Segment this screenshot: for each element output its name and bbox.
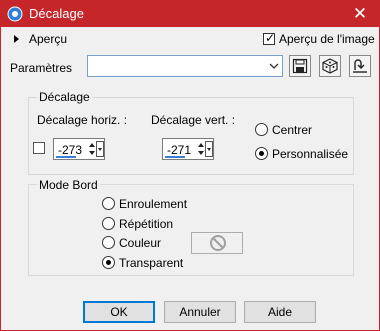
edge-mode-group [28, 184, 354, 276]
image-preview-checkbox[interactable]: ✓ [263, 31, 276, 45]
save-icon [292, 58, 308, 74]
radio-centrer[interactable] [255, 123, 268, 136]
chevron-down-icon[interactable] [266, 56, 282, 76]
close-button[interactable]: ✕ [341, 1, 379, 27]
edge-mode-label: Mode Bord [37, 178, 100, 192]
radio-transparent[interactable] [102, 256, 115, 269]
couleur-label[interactable]: Couleur [119, 236, 161, 250]
horiz-offset-label: Décalage horiz. : [37, 113, 128, 127]
radio-repetition[interactable] [102, 217, 115, 230]
radio-selected-dot [259, 151, 264, 156]
title-bar[interactable]: Décalage ✕ [1, 1, 379, 27]
horiz-offset-value[interactable]: -273 [58, 143, 82, 157]
offset-group-label: Décalage [37, 90, 92, 104]
preview-toggle[interactable]: Aperçu [29, 32, 67, 46]
centrer-label[interactable]: Centrer [272, 123, 312, 137]
offset-dialog: Décalage ✕ Aperçu ✓ Aperçu de l'image Pa… [0, 0, 380, 331]
personnalisee-label[interactable]: Personnalisée [272, 147, 348, 161]
horiz-offset-spinner[interactable]: -273 [53, 138, 105, 160]
spin-arrows-icon[interactable] [197, 140, 205, 158]
horiz-range-dropdown[interactable] [96, 141, 104, 157]
radio-enroulement[interactable] [102, 197, 115, 210]
edit-underline [165, 156, 185, 158]
disabled-icon [210, 235, 226, 251]
vert-offset-value[interactable]: -271 [167, 143, 191, 157]
enroulement-label[interactable]: Enroulement [119, 197, 187, 211]
radio-selected-dot [106, 260, 111, 265]
expand-arrow-icon[interactable] [14, 35, 19, 43]
random-button[interactable] [319, 55, 341, 77]
save-preset-button[interactable] [289, 55, 311, 77]
vert-offset-spinner[interactable]: -271 [162, 138, 214, 160]
spin-arrows-icon[interactable] [88, 140, 96, 158]
vert-range-dropdown[interactable] [205, 141, 213, 157]
cancel-button[interactable]: Annuler [164, 301, 236, 323]
preset-dropdown[interactable] [87, 55, 283, 77]
reset-icon [353, 59, 367, 73]
transparent-label[interactable]: Transparent [119, 256, 183, 270]
help-button[interactable]: Aide [244, 301, 316, 323]
params-label: Paramètres [10, 61, 73, 75]
link-offsets-checkbox[interactable] [33, 142, 45, 154]
edit-underline [56, 156, 76, 158]
dice-icon [322, 58, 338, 74]
radio-couleur[interactable] [102, 236, 115, 249]
radio-personnalisee[interactable] [255, 147, 268, 160]
vert-offset-label: Décalage vert. : [151, 113, 236, 127]
app-icon [7, 6, 23, 22]
image-preview-label[interactable]: Aperçu de l'image [279, 32, 375, 46]
checkmark-icon: ✓ [265, 31, 276, 45]
repetition-label[interactable]: Répétition [119, 217, 173, 231]
reset-button[interactable] [349, 55, 371, 77]
window-title: Décalage [29, 6, 84, 21]
ok-button[interactable]: OK [83, 301, 155, 323]
edge-color-swatch[interactable] [191, 232, 243, 254]
